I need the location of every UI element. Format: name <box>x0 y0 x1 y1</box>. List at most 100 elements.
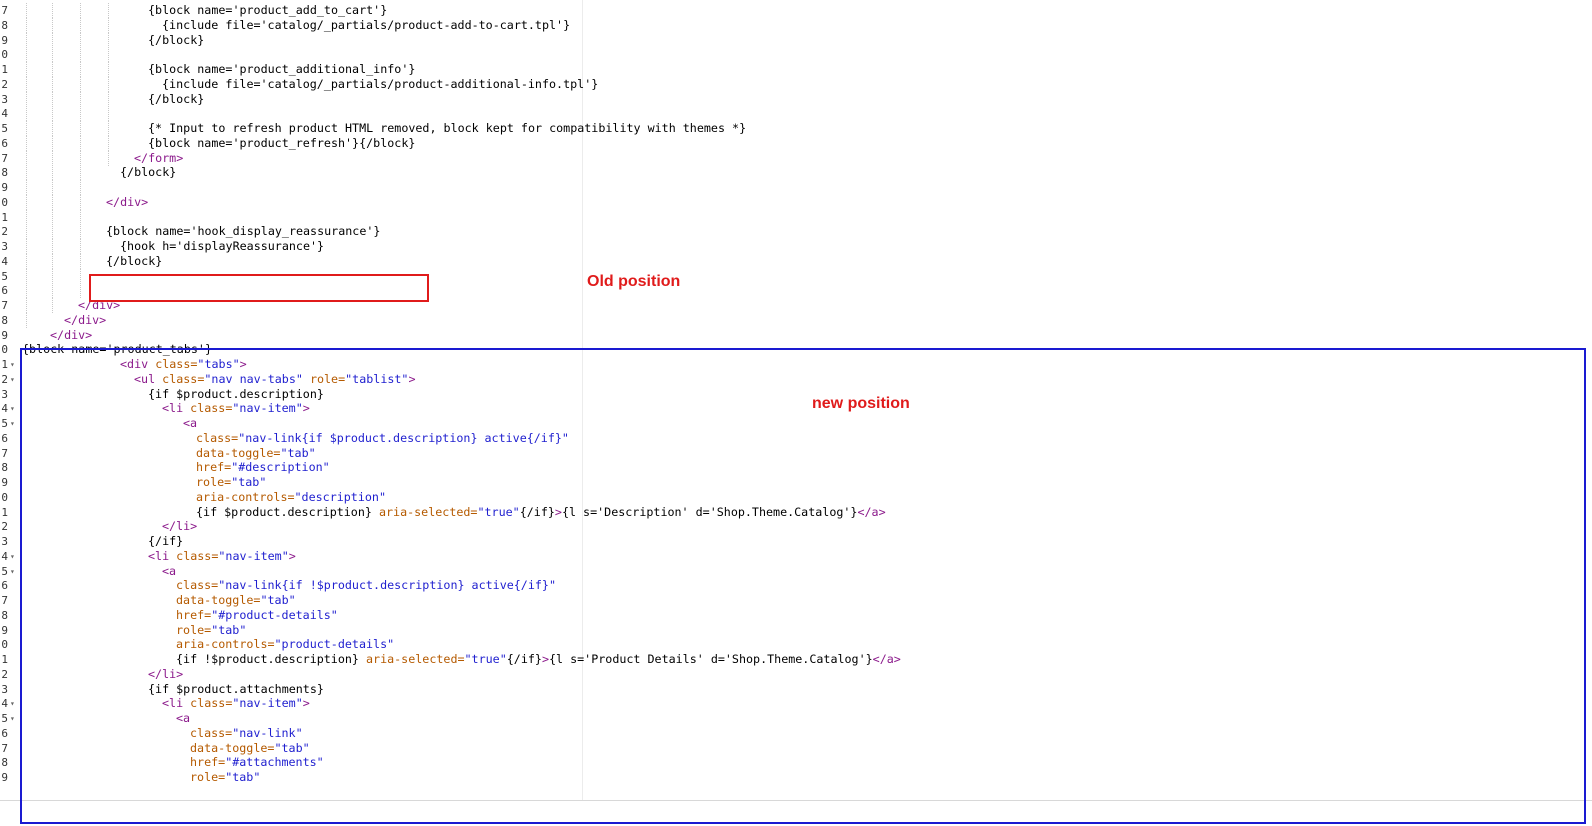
line-number: 6 <box>1 726 8 740</box>
indent-guide <box>52 91 53 107</box>
code-line[interactable]: 0 </div> <box>0 194 1592 210</box>
code-token: {block name='product_additional_info'} <box>148 62 416 76</box>
line-number: 0 <box>1 48 8 62</box>
code-line[interactable]: 7 {block name='product_add_to_cart'} <box>0 3 1592 18</box>
line-number: 6 <box>1 284 8 298</box>
code-line[interactable]: 3 {hook h='displayReassurance'} <box>0 239 1592 254</box>
code-content: {block name='product_additional_info'} <box>148 62 415 77</box>
fold-arrow-icon[interactable]: ▾ <box>10 564 15 579</box>
code-content: {block name='hook_display_reassurance'} <box>106 224 380 239</box>
indent-guide <box>52 76 53 92</box>
code-token: {* Input to refresh product HTML removed… <box>148 121 747 135</box>
indent-guide <box>26 150 27 166</box>
line-number: 4 <box>1 402 8 416</box>
indent-guide <box>26 3 27 18</box>
fold-arrow-icon[interactable]: ▾ <box>10 696 15 711</box>
line-number: 8 <box>1 18 8 32</box>
new-position-label: new position <box>812 395 910 412</box>
indent-guide <box>108 150 109 166</box>
code-line[interactable]: 9 {/block} <box>0 32 1592 48</box>
indent-guide <box>80 283 81 299</box>
indent-guide <box>26 268 27 284</box>
line-number: 0 <box>1 343 8 357</box>
line-number: 8 <box>1 166 8 180</box>
code-line[interactable]: 2 {block name='hook_display_reassurance'} <box>0 224 1592 240</box>
line-number: 2 <box>1 667 8 681</box>
code-line[interactable]: 3 {/block} <box>0 91 1592 107</box>
code-line[interactable]: 5 {* Input to refresh product HTML remove… <box>0 121 1592 136</box>
code-line[interactable]: 1 <box>0 209 1592 225</box>
indent-guide <box>80 91 81 107</box>
line-number: 7 <box>1 594 8 607</box>
indent-guide <box>80 150 81 166</box>
code-token: {include file='catalog/_partials/product… <box>162 17 571 32</box>
indent-guide <box>26 106 27 122</box>
code-line[interactable]: 9 </div> <box>0 328 1592 343</box>
code-line[interactable]: 9 <box>0 180 1592 195</box>
line-number: 5 <box>1 417 8 430</box>
indent-guide <box>52 180 53 195</box>
code-token: {block name='product_add_to_cart'} <box>148 3 388 17</box>
line-number: 2 <box>1 372 8 386</box>
fold-arrow-icon[interactable]: ▾ <box>10 711 15 726</box>
line-number: 9 <box>1 771 8 784</box>
code-content: {include file='catalog/_partials/product… <box>162 18 570 33</box>
indent-guide <box>80 17 81 33</box>
fold-arrow-icon[interactable]: ▾ <box>10 357 15 372</box>
line-number: 9 <box>1 33 8 47</box>
code-line[interactable]: 7 </form> <box>0 150 1592 166</box>
line-number: 0 <box>1 638 8 652</box>
line-number: 8 <box>1 608 8 622</box>
fold-arrow-icon[interactable]: ▾ <box>10 416 15 431</box>
line-number: 0 <box>1 195 8 209</box>
fold-arrow-icon[interactable]: ▾ <box>10 549 15 564</box>
code-token: {/block} <box>120 165 177 180</box>
line-number: 7 <box>1 4 8 17</box>
old-position-highlight-box <box>89 274 429 302</box>
code-line[interactable]: 8 </div> <box>0 312 1592 328</box>
indent-guide <box>26 47 27 63</box>
indent-guide <box>26 224 27 240</box>
code-line[interactable]: 0 <box>0 47 1592 63</box>
indent-guide <box>52 17 53 33</box>
line-number: 6 <box>1 579 8 593</box>
indent-guide <box>80 224 81 240</box>
code-line[interactable]: 2 {include file='catalog/_partials/produc… <box>0 76 1592 92</box>
line-number: 9 <box>1 623 8 637</box>
indent-guide <box>26 135 27 151</box>
indent-guide <box>80 180 81 195</box>
code-line[interactable]: 6 {block name='product_refresh'}{/block} <box>0 135 1592 151</box>
code-line[interactable]: 8 {/block} <box>0 165 1592 181</box>
indent-guide <box>80 209 81 225</box>
fold-arrow-icon[interactable]: ▾ <box>10 372 15 387</box>
new-position-highlight-box <box>20 348 1586 824</box>
indent-guide <box>26 165 27 181</box>
code-line[interactable]: 4 {/block} <box>0 253 1592 269</box>
line-number: 3 <box>1 240 8 253</box>
indent-guide <box>108 106 109 122</box>
code-content: {* Input to refresh product HTML removed… <box>148 121 746 136</box>
indent-guide <box>52 239 53 254</box>
indent-guide <box>52 298 53 313</box>
line-number: 3 <box>1 387 8 401</box>
code-line[interactable]: 8 {include file='catalog/_partials/produc… <box>0 17 1592 33</box>
indent-guide <box>80 3 81 18</box>
indent-guide <box>52 209 53 225</box>
indent-guide <box>108 76 109 92</box>
indent-guide <box>80 165 81 181</box>
indent-guide <box>80 76 81 92</box>
code-token: {block name='hook_display_reassurance'} <box>106 224 381 239</box>
code-content: {/block} <box>106 254 162 269</box>
line-number: 7 <box>1 741 8 755</box>
indent-guide <box>26 121 27 136</box>
indent-guide <box>80 32 81 48</box>
line-number: 2 <box>1 77 8 91</box>
code-line[interactable]: 1 {block name='product_additional_info'} <box>0 62 1592 77</box>
line-number: 2 <box>1 225 8 239</box>
line-number: 7 <box>1 151 8 165</box>
fold-arrow-icon[interactable]: ▾ <box>10 401 15 416</box>
code-line[interactable]: 4 <box>0 106 1592 122</box>
code-token: </form> <box>134 150 184 165</box>
code-content: {/block} <box>120 165 176 180</box>
code-content: {block name='product_add_to_cart'} <box>148 3 387 18</box>
